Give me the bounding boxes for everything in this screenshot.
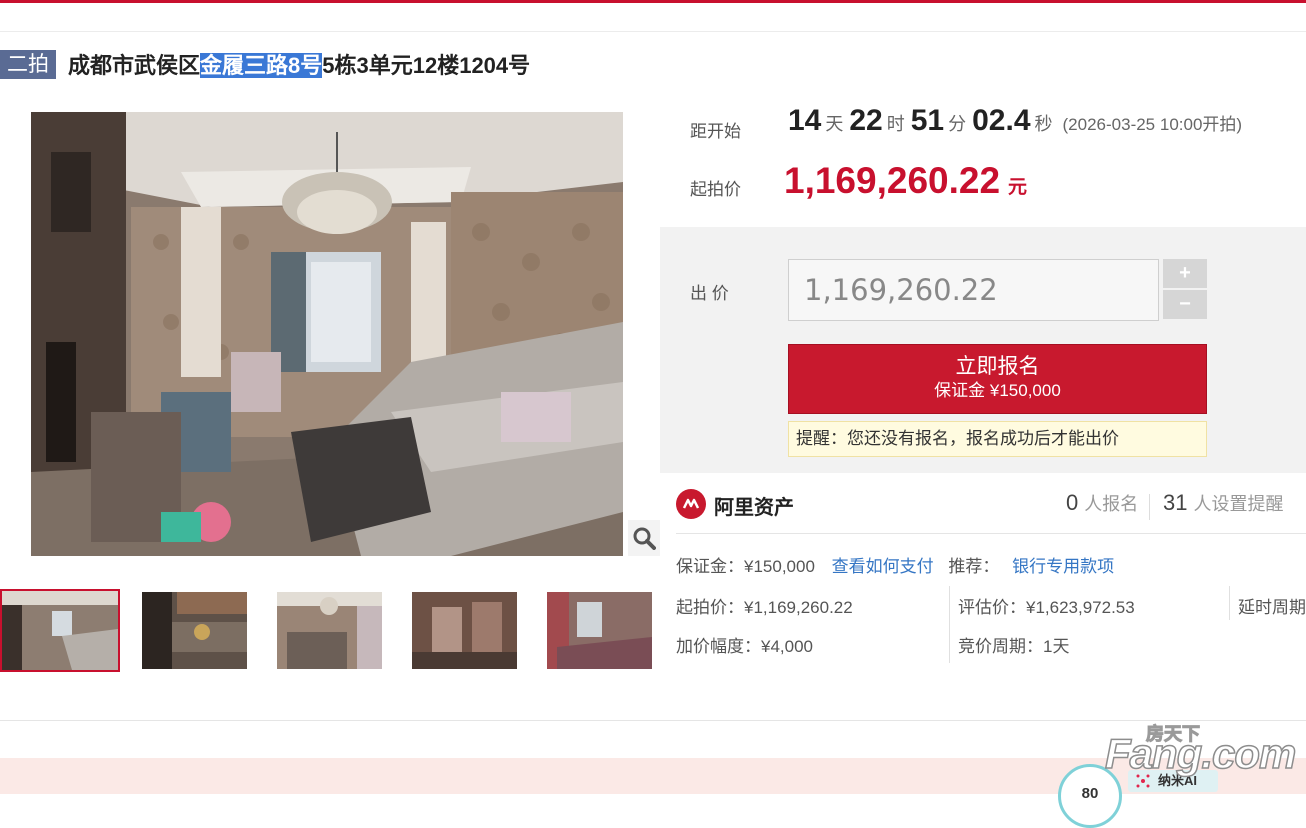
start-price-unit: 元 <box>1008 177 1028 198</box>
countdown-hours-unit: 时 <box>886 114 905 134</box>
countdown-hours: 22 <box>849 104 883 137</box>
bid-amount-input[interactable]: 1,169,260.22 <box>788 259 1159 321</box>
info-bid-period: 竞价周期：1天 <box>958 637 1070 656</box>
title-row: 二拍 成都市武侯区金履三路8号5栋3单元12楼1204号 <box>0 48 530 80</box>
info-separator-1 <box>949 586 950 663</box>
main-photo[interactable] <box>31 112 623 556</box>
top-accent-line <box>0 0 1306 3</box>
bottom-divider <box>0 720 1306 721</box>
watermark-fang: Fang.com <box>1104 729 1297 778</box>
recommend-label: 推荐： <box>948 557 1000 576</box>
title-prefix: 成都市武侯区 <box>68 53 201 78</box>
countdown-days-unit: 天 <box>825 114 844 134</box>
decrease-bid-button[interactable]: − <box>1163 290 1207 319</box>
thumbnail-5[interactable] <box>547 592 652 669</box>
page-title: 成都市武侯区金履三路8号5栋3单元12楼1204号 <box>68 48 530 80</box>
thumbnail-3[interactable] <box>277 592 382 669</box>
start-price-value: 1,169,260.22 <box>784 160 1001 201</box>
how-to-pay-link[interactable]: 查看如何支付 <box>832 557 934 576</box>
zoom-button[interactable] <box>628 520 660 556</box>
living-room-image <box>31 112 623 556</box>
reminders-count: 31 <box>1163 490 1188 515</box>
countdown-minutes: 51 <box>910 104 945 137</box>
ali-assets-logo-icon <box>676 489 706 519</box>
header-divider <box>0 31 1306 32</box>
info-row-1: 保证金：¥150,000 查看如何支付 推荐： 银行专用款项 <box>676 552 1114 577</box>
bank-payment-link[interactable]: 银行专用款项 <box>1012 557 1114 576</box>
title-suffix: 5栋3单元12楼1204号 <box>322 53 531 78</box>
reminders-stat: 31 人设置提醒 <box>1163 490 1283 516</box>
increase-bid-button[interactable]: + <box>1163 259 1207 288</box>
start-price: 1,169,260.22 元 <box>784 160 1027 202</box>
auction-start-time: (2026-03-25 10:00开拍) <box>1062 115 1243 134</box>
signup-button[interactable]: 立即报名 保证金 ¥150,000 <box>788 344 1207 414</box>
auction-round-badge: 二拍 <box>0 49 56 79</box>
photo-viewer <box>0 112 660 556</box>
signup-notice: 提醒：您还没有报名，报名成功后才能出价 <box>788 421 1207 457</box>
countdown-seconds-unit: 秒 <box>1034 114 1053 134</box>
title-highlight: 金履三路8号 <box>200 53 323 78</box>
thumbnail-2[interactable] <box>142 592 247 669</box>
signup-deposit-label: 保证金 ¥150,000 <box>934 381 1061 400</box>
start-price-label: 起拍价 <box>690 180 741 199</box>
info-separator-2 <box>1229 586 1230 620</box>
platform-divider <box>676 533 1306 534</box>
platform-row: 阿里资产 0 人报名 31 人设置提醒 <box>676 486 1306 526</box>
registrants-stat: 0 人报名 <box>1066 490 1138 516</box>
magnifier-icon <box>633 527 656 550</box>
registrants-count: 0 <box>1066 490 1079 515</box>
info-increment: 加价幅度：¥4,000 <box>676 637 813 656</box>
signup-button-label: 立即报名 <box>955 355 1040 378</box>
info-delay-period: 延时周期 <box>1238 598 1306 617</box>
countdown-label: 距开始 <box>690 122 741 141</box>
info-appraisal: 评估价：¥1,623,972.53 <box>958 598 1135 617</box>
thumbnail-1[interactable] <box>0 589 120 672</box>
thumbnail-4[interactable] <box>412 592 517 669</box>
bid-label: 出 价 <box>690 284 729 303</box>
countdown-minutes-unit: 分 <box>948 114 967 134</box>
platform-name: 阿里资产 <box>714 497 794 519</box>
countdown: 14 天 22 时 51 分 02.4 秒 (2026-03-25 10:00开… <box>788 104 1242 144</box>
info-start-price: 起拍价：¥1,169,260.22 <box>676 598 853 617</box>
stat-separator <box>1149 494 1150 520</box>
registrants-label: 人报名 <box>1084 494 1139 514</box>
reminders-label: 人设置提醒 <box>1193 494 1284 514</box>
countdown-days: 14 <box>788 104 822 137</box>
countdown-seconds: 02.4 <box>972 104 1031 137</box>
deposit-info: 保证金：¥150,000 <box>676 557 815 576</box>
